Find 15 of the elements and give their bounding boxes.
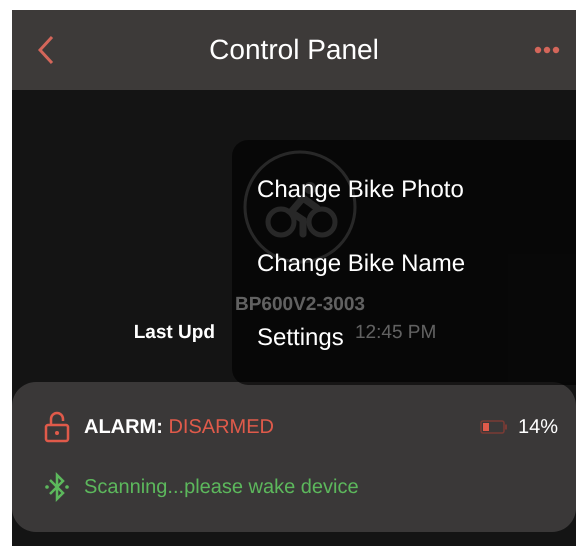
unlocked-padlock-icon xyxy=(44,411,70,443)
more-icon xyxy=(534,46,560,54)
back-icon xyxy=(38,35,54,65)
battery-low-icon xyxy=(480,420,508,434)
menu-item[interactable]: Change Bike Photo xyxy=(257,176,464,204)
bluetooth-icon xyxy=(44,471,70,503)
last-updated-label: Last Upd xyxy=(134,322,215,344)
battery-percentage: 14% xyxy=(518,416,558,438)
menu-item[interactable]: Change Bike Name xyxy=(257,250,466,278)
bike-name: BP600V2-3003 xyxy=(235,294,365,316)
connection-status: Scanning...please wake device xyxy=(84,476,359,498)
page-title: Control Panel xyxy=(209,34,379,66)
menu-item[interactable]: Settings xyxy=(257,324,344,352)
alarm-status: ALARM: DISARMED xyxy=(84,416,274,438)
last-updated-time: 12:45 PM xyxy=(354,322,436,344)
